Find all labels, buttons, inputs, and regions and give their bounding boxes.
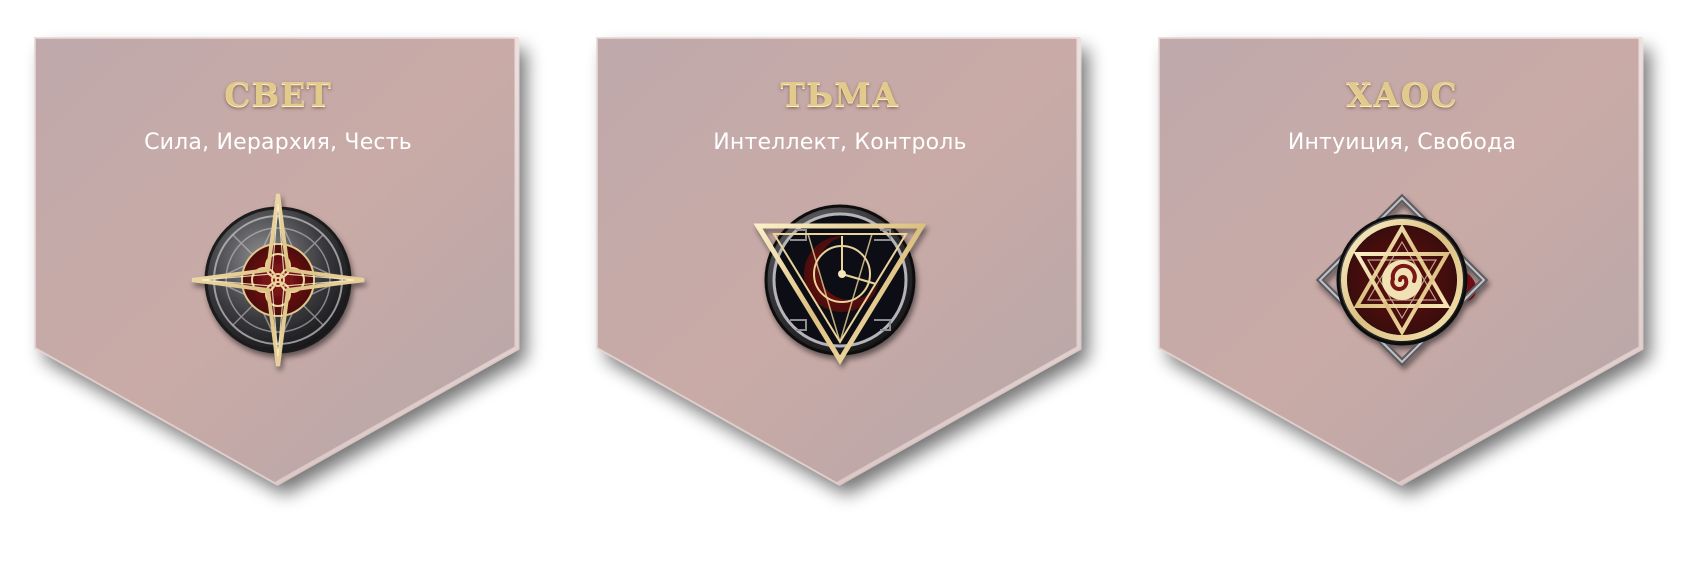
card-subtitle: Интуиция, Свобода <box>1287 130 1517 155</box>
card-darkness[interactable]: ТЬМА Интеллект, Контроль <box>596 37 1083 521</box>
card-light[interactable]: СВЕТ Сила, Иерархия, Честь <box>34 37 521 521</box>
card-title: ТЬМА <box>780 75 900 114</box>
hexagram-spiral-emblem-icon <box>1312 190 1492 370</box>
card-title: ХАОС <box>1346 75 1458 114</box>
card-chaos[interactable]: ХАОС Интуиция, Свобода <box>1158 37 1645 521</box>
card-subtitle: Сила, Иерархия, Честь <box>144 130 412 155</box>
compass-star-emblem-icon <box>188 190 368 370</box>
card-title: СВЕТ <box>224 75 332 114</box>
triangle-crescent-emblem-icon <box>750 190 930 370</box>
card-subtitle: Интеллект, Контроль <box>713 130 967 155</box>
